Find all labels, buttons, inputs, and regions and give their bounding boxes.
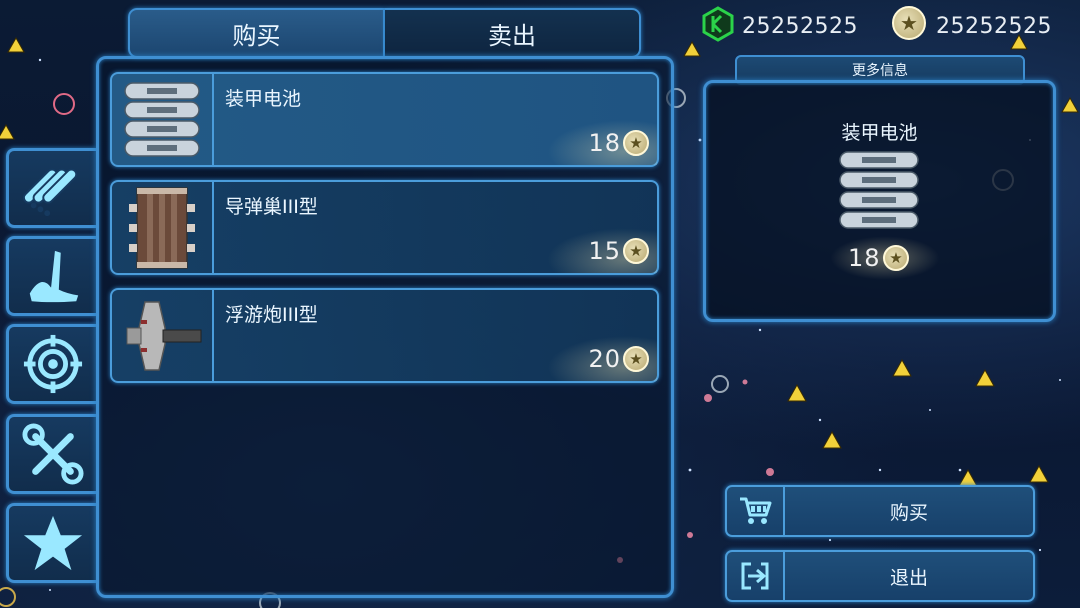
star-amount: 25252525 xyxy=(936,14,1052,39)
star-coin-icon: ★ xyxy=(623,238,649,264)
list-item[interactable]: 浮游炮III型 20 ★ xyxy=(110,288,659,383)
buy-button[interactable]: 购买 xyxy=(725,485,1035,537)
detail-price: 18 xyxy=(848,244,881,272)
item-price: 18 xyxy=(588,129,621,157)
tab-buy[interactable]: 购买 xyxy=(128,8,385,58)
crystal-amount: 25252525 xyxy=(742,14,858,39)
crystal-icon xyxy=(702,6,734,42)
star-icon xyxy=(23,515,82,571)
sidebar-item-weapons[interactable] xyxy=(6,324,96,404)
item-price: 20 xyxy=(588,345,621,373)
star-currency: ★ 25252525 xyxy=(892,4,1072,44)
buy-button-label: 购买 xyxy=(889,501,928,524)
star-coin-icon: ★ xyxy=(623,346,649,372)
star-coin-icon: ★ xyxy=(892,6,926,40)
item-name: 装甲电池 xyxy=(225,88,302,110)
list-item[interactable]: 导弹巢III型 15 ★ xyxy=(110,180,659,275)
floating-cannon-thumbnail xyxy=(112,290,214,381)
sidebar-item-tools[interactable] xyxy=(6,414,96,494)
tab-sell[interactable]: 卖出 xyxy=(385,8,641,58)
detail-item-name: 装甲电池 xyxy=(841,122,918,144)
item-name: 导弹巢III型 xyxy=(225,196,318,218)
detail-item-image xyxy=(839,151,919,229)
cart-icon xyxy=(740,497,772,524)
pipes-icon xyxy=(22,168,77,217)
crane-arm-icon xyxy=(29,250,78,303)
star-coin-icon: ★ xyxy=(883,245,909,271)
tools-icon xyxy=(21,423,84,485)
item-price: 15 xyxy=(588,237,621,265)
armor-battery-thumbnail xyxy=(112,74,214,165)
star-coin-icon: ★ xyxy=(623,130,649,156)
target-icon xyxy=(23,334,82,394)
sidebar-item-materials[interactable] xyxy=(6,148,96,228)
exit-button[interactable]: 退出 xyxy=(725,550,1035,602)
list-item[interactable]: 装甲电池 18 ★ xyxy=(110,72,659,167)
item-name: 浮游炮III型 xyxy=(225,304,318,326)
crystal-currency: 25252525 xyxy=(700,4,890,44)
sidebar-item-arms[interactable] xyxy=(6,236,96,316)
exit-button-label: 退出 xyxy=(889,566,928,589)
exit-icon xyxy=(741,562,769,590)
missile-nest-thumbnail xyxy=(112,182,214,273)
sidebar-item-favorites[interactable] xyxy=(6,503,96,583)
